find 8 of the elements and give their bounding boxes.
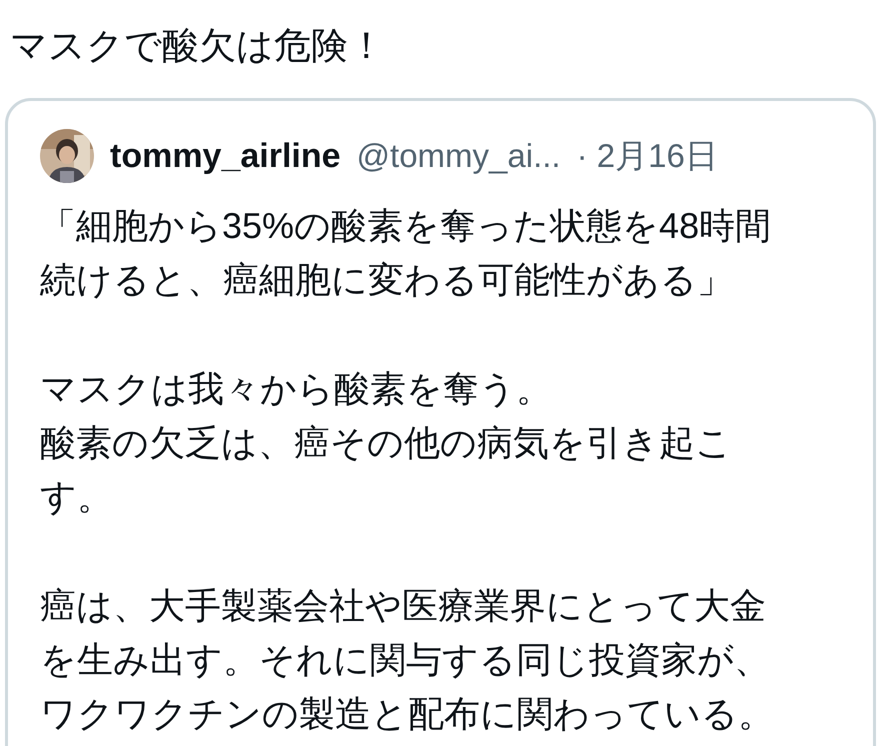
quoted-tweet-card[interactable]: tommy_airline @tommy_ai... · 2月16日 「細胞から35%の酸素を奪った状態を48時間 続けると、癌細胞に変わる可能性がある」 マスクは我々から酸素を奪う。 酸素の欠乏は、癌その他の病気を引き起こ す。 癌は、大手製薬会社や医療業界にとって大金 を生み出す。それに関与する同じ投資家が、 ワクワクチンの製造と配布に関わっている。: [5, 98, 876, 746]
author-handle: @tommy_ai...: [356, 136, 561, 176]
quoted-paragraph: 「細胞から35%の酸素を奪った状態を48時間 続けると、癌細胞に変わる可能性がある」: [40, 204, 772, 302]
quoted-paragraph: マスクは我々から酸素を奪う。 酸素の欠乏は、癌その他の病気を引き起こ す。: [40, 367, 733, 519]
quoted-paragraph: 癌は、大手製薬会社や医療業界にとって大金 を生み出す。それに関与する同じ投資家が、 ワクワクチンの製造と配布に関わっている。: [40, 584, 775, 736]
tweet-date: · 2月16日: [576, 136, 718, 176]
author-name[interactable]: tommy_airline: [110, 130, 341, 182]
tweet-text: マスクで酸欠は危険！: [10, 26, 386, 66]
